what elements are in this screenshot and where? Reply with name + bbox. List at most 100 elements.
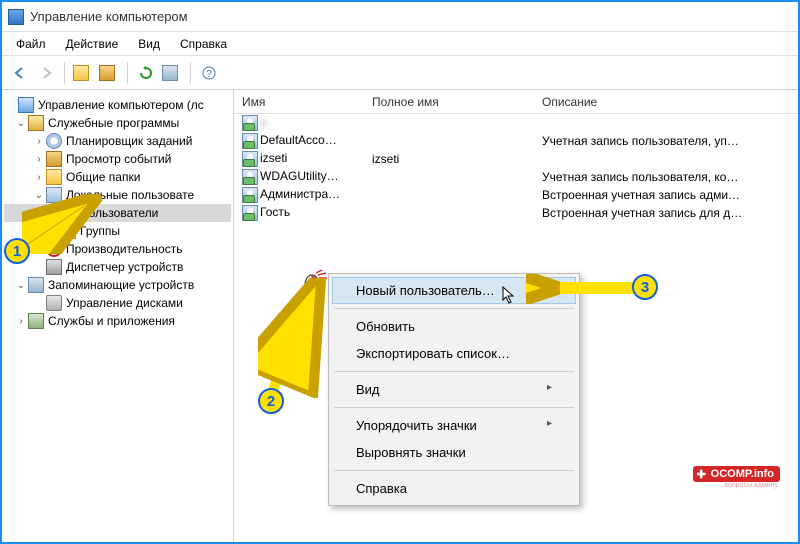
expand-icon[interactable]: › (32, 136, 46, 147)
tree-label: Управление компьютером (лс (38, 98, 204, 112)
toolbar: ? (2, 56, 798, 90)
event-icon (46, 151, 62, 167)
svg-text:?: ? (206, 69, 212, 80)
menubar: Файл Действие Вид Справка (2, 32, 798, 56)
list-header: Имя Полное имя Описание (234, 90, 798, 114)
expand-icon[interactable]: › (32, 154, 46, 165)
computer-icon (18, 97, 34, 113)
toolbar-back-button[interactable] (8, 61, 32, 85)
menu-item-arrange[interactable]: Упорядочить значки (332, 412, 576, 439)
user-icon (242, 205, 258, 221)
cell-name: WDAGUtility… (260, 169, 339, 183)
annotation-arrow-3 (526, 274, 646, 304)
menu-file[interactable]: Файл (8, 35, 54, 53)
tree-label: Запоминающие устройств (48, 278, 194, 292)
tree-shared-folders[interactable]: › Общие папки (4, 168, 231, 186)
tree-label: Службы и приложения (48, 314, 175, 328)
annotation-badge-3: 3 (632, 274, 658, 300)
list-item[interactable]: DefaultAcco… Учетная запись пользователя… (234, 132, 798, 150)
menu-item-view[interactable]: Вид (332, 376, 576, 403)
menu-item-export[interactable]: Экспортировать список… (332, 340, 576, 367)
storage-icon (28, 277, 44, 293)
menu-help[interactable]: Справка (172, 35, 235, 53)
watermark-subtext: вопросы админу (724, 482, 778, 489)
user-icon (242, 169, 258, 185)
column-description[interactable]: Описание (534, 95, 798, 109)
export-icon (162, 65, 178, 81)
tree-system-tools[interactable]: ⌄ Служебные программы (4, 114, 231, 132)
clock-icon (46, 133, 62, 149)
toolbar-separator (190, 62, 191, 84)
menu-item-align[interactable]: Выровнять значки (332, 439, 576, 466)
annotation-arrow-2 (258, 278, 338, 398)
menu-separator (334, 371, 574, 372)
user-icon (242, 133, 258, 149)
menu-item-help[interactable]: Справка (332, 475, 576, 502)
toolbar-export-button[interactable] (160, 61, 184, 85)
menu-action[interactable]: Действие (58, 35, 127, 53)
services-icon (28, 313, 44, 329)
cursor-icon (502, 286, 516, 307)
tree-label: Диспетчер устройств (66, 260, 183, 274)
cell-name: izseti (260, 151, 287, 165)
menu-item-refresh[interactable]: Обновить (332, 313, 576, 340)
list-item[interactable]: WDAGUtility… Учетная запись пользователя… (234, 168, 798, 186)
cell-description: Встроенная учетная запись для д… (534, 206, 798, 220)
cell-fullname: izseti (364, 152, 534, 166)
list-item[interactable]: izseti izseti (234, 150, 798, 168)
tree-storage[interactable]: ⌄ Запоминающие устройств (4, 276, 231, 294)
expand-icon[interactable]: › (14, 316, 28, 327)
cell-name: Администра… (260, 187, 340, 201)
tools-icon (28, 115, 44, 131)
tree-label: Общие папки (66, 170, 140, 184)
tree-label: Управление дисками (66, 296, 183, 310)
collapse-icon[interactable]: ⌄ (14, 280, 28, 291)
user-icon (242, 115, 258, 131)
options-icon (99, 65, 115, 81)
context-menu: Новый пользователь… Обновить Экспортиров… (328, 273, 580, 506)
tree-pane: Управление компьютером (лс ⌄ Служебные п… (2, 90, 234, 542)
column-name[interactable]: Имя (234, 95, 364, 109)
device-icon (46, 259, 62, 275)
user-icon (242, 187, 258, 203)
titlebar: Управление компьютером (2, 2, 798, 32)
list-item[interactable]: Администра… Встроенная учетная запись ад… (234, 186, 798, 204)
toolbar-help-button[interactable]: ? (197, 61, 221, 85)
menu-separator (334, 308, 574, 309)
annotation-badge-2: 2 (258, 388, 284, 414)
list-item[interactable]: a (234, 114, 798, 132)
cell-description: Учетная запись пользователя, уп… (534, 134, 798, 148)
cell-description: Учетная запись пользователя, ко… (534, 170, 798, 184)
tree-event-viewer[interactable]: › Просмотр событий (4, 150, 231, 168)
tree-task-scheduler[interactable]: › Планировщик заданий (4, 132, 231, 150)
cell-name: a (260, 115, 267, 129)
toolbar-options-button[interactable] (97, 61, 121, 85)
app-icon (8, 9, 24, 25)
toolbar-refresh-button[interactable] (134, 61, 158, 85)
cell-description: Встроенная учетная запись адми… (534, 188, 798, 202)
annotation-arrow-1 (22, 194, 102, 254)
toolbar-separator (64, 62, 65, 84)
cell-name: DefaultAcco… (260, 133, 337, 147)
window-title: Управление компьютером (30, 9, 188, 24)
toolbar-separator (127, 62, 128, 84)
column-fullname[interactable]: Полное имя (364, 95, 534, 109)
folder-icon (73, 65, 89, 81)
tree-device-manager[interactable]: Диспетчер устройств (4, 258, 231, 276)
annotation-badge-1: 1 (4, 238, 30, 264)
toolbar-properties-button[interactable] (71, 61, 95, 85)
menu-separator (334, 407, 574, 408)
collapse-icon[interactable]: ⌄ (14, 118, 28, 129)
user-icon (242, 151, 258, 167)
tree-root[interactable]: Управление компьютером (лс (4, 96, 231, 114)
expand-icon[interactable]: › (32, 172, 46, 183)
tree-label: Служебные программы (48, 116, 179, 130)
menu-separator (334, 470, 574, 471)
tree-disk-management[interactable]: Управление дисками (4, 294, 231, 312)
cell-name: Гость (260, 205, 290, 219)
menu-view[interactable]: Вид (130, 35, 168, 53)
toolbar-forward-button[interactable] (34, 61, 58, 85)
tree-label: Планировщик заданий (66, 134, 192, 148)
list-item[interactable]: Гость Встроенная учетная запись для д… (234, 204, 798, 222)
tree-services-apps[interactable]: › Службы и приложения (4, 312, 231, 330)
